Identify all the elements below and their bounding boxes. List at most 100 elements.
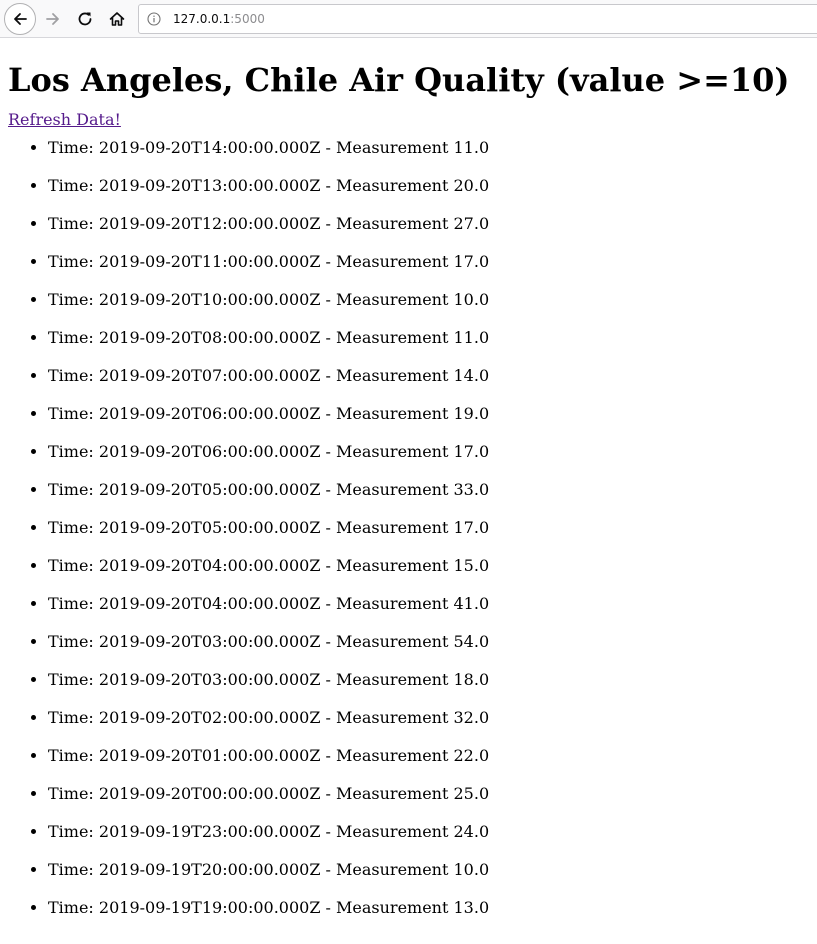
time-prefix: Time: [48, 594, 99, 613]
measurement-separator: - Measurement [320, 366, 454, 385]
measurement-separator: - Measurement [320, 822, 454, 841]
refresh-data-link[interactable]: Refresh Data! [8, 110, 121, 130]
measurement-separator: - Measurement [320, 708, 454, 727]
home-button[interactable] [101, 3, 133, 35]
measurement-separator: - Measurement [320, 594, 454, 613]
measurement-separator: - Measurement [320, 290, 454, 309]
page-title: Los Angeles, Chile Air Quality (value >=… [8, 61, 790, 99]
measurement-value: 54.0 [453, 632, 490, 651]
list-item: Time: 2019-09-19T20:00:00.000Z - Measure… [48, 860, 808, 880]
measurement-time: 2019-09-20T04:00:00.000Z [98, 594, 321, 613]
time-prefix: Time: [48, 480, 99, 499]
measurement-value: 22.0 [453, 746, 490, 765]
time-prefix: Time: [48, 404, 99, 423]
measurement-time: 2019-09-20T06:00:00.000Z [98, 442, 321, 461]
measurement-time: 2019-09-19T20:00:00.000Z [98, 860, 321, 879]
measurement-value: 33.0 [453, 480, 490, 499]
measurement-separator: - Measurement [320, 746, 454, 765]
measurement-time: 2019-09-20T01:00:00.000Z [98, 746, 321, 765]
time-prefix: Time: [48, 138, 99, 157]
measurement-time: 2019-09-20T13:00:00.000Z [98, 176, 321, 195]
measurement-time: 2019-09-19T19:00:00.000Z [98, 898, 321, 917]
time-prefix: Time: [48, 556, 99, 575]
time-prefix: Time: [48, 898, 99, 917]
time-prefix: Time: [48, 708, 99, 727]
measurement-value: 17.0 [453, 252, 490, 271]
measurement-value: 11.0 [453, 328, 490, 347]
measurement-value: 17.0 [453, 518, 490, 537]
list-item: Time: 2019-09-20T08:00:00.000Z - Measure… [48, 328, 808, 348]
site-info-icon[interactable] [147, 12, 161, 26]
measurement-time: 2019-09-20T00:00:00.000Z [98, 784, 321, 803]
measurement-time: 2019-09-20T12:00:00.000Z [98, 214, 321, 233]
measurement-value: 15.0 [453, 556, 490, 575]
time-prefix: Time: [48, 746, 99, 765]
measurement-time: 2019-09-20T03:00:00.000Z [98, 670, 321, 689]
url-port: :5000 [230, 12, 265, 26]
list-item: Time: 2019-09-20T02:00:00.000Z - Measure… [48, 708, 808, 728]
measurement-value: 24.0 [453, 822, 490, 841]
measurement-value: 20.0 [453, 176, 490, 195]
measurement-separator: - Measurement [320, 252, 454, 271]
forward-arrow-icon [44, 10, 62, 28]
time-prefix: Time: [48, 860, 99, 879]
measurement-separator: - Measurement [320, 898, 454, 917]
measurement-separator: - Measurement [320, 328, 454, 347]
time-prefix: Time: [48, 176, 99, 195]
measurement-value: 41.0 [453, 594, 490, 613]
measurement-value: 27.0 [453, 214, 490, 233]
address-bar[interactable]: 127.0.0.1:5000 [138, 4, 817, 34]
time-prefix: Time: [48, 784, 99, 803]
measurement-list: Time: 2019-09-20T14:00:00.000Z - Measure… [8, 138, 808, 918]
reload-button[interactable] [69, 3, 101, 35]
home-icon [108, 10, 126, 28]
list-item: Time: 2019-09-19T23:00:00.000Z - Measure… [48, 822, 808, 842]
time-prefix: Time: [48, 290, 99, 309]
measurement-separator: - Measurement [320, 632, 454, 651]
reload-icon [76, 10, 94, 28]
measurement-value: 14.0 [453, 366, 490, 385]
url-text[interactable]: 127.0.0.1:5000 [173, 12, 265, 26]
list-item: Time: 2019-09-20T06:00:00.000Z - Measure… [48, 404, 808, 424]
measurement-separator: - Measurement [320, 480, 454, 499]
measurement-time: 2019-09-20T06:00:00.000Z [98, 404, 321, 423]
list-item: Time: 2019-09-20T04:00:00.000Z - Measure… [48, 556, 808, 576]
measurement-value: 17.0 [453, 442, 490, 461]
time-prefix: Time: [48, 632, 99, 651]
time-prefix: Time: [48, 214, 99, 233]
measurement-separator: - Measurement [320, 442, 454, 461]
measurement-time: 2019-09-20T11:00:00.000Z [98, 252, 321, 271]
measurement-separator: - Measurement [320, 670, 454, 689]
measurement-time: 2019-09-19T23:00:00.000Z [98, 822, 321, 841]
list-item: Time: 2019-09-20T04:00:00.000Z - Measure… [48, 594, 808, 614]
list-item: Time: 2019-09-20T14:00:00.000Z - Measure… [48, 138, 808, 158]
list-item: Time: 2019-09-20T01:00:00.000Z - Measure… [48, 746, 808, 766]
list-item: Time: 2019-09-20T13:00:00.000Z - Measure… [48, 176, 808, 196]
measurement-time: 2019-09-20T10:00:00.000Z [98, 290, 321, 309]
forward-button[interactable] [37, 3, 69, 35]
measurement-time: 2019-09-20T05:00:00.000Z [98, 480, 321, 499]
measurement-value: 25.0 [453, 784, 490, 803]
measurement-time: 2019-09-20T03:00:00.000Z [98, 632, 321, 651]
measurement-separator: - Measurement [320, 860, 454, 879]
measurement-time: 2019-09-20T02:00:00.000Z [98, 708, 321, 727]
list-item: Time: 2019-09-20T05:00:00.000Z - Measure… [48, 480, 808, 500]
time-prefix: Time: [48, 822, 99, 841]
list-item: Time: 2019-09-19T19:00:00.000Z - Measure… [48, 898, 808, 918]
page-content: Los Angeles, Chile Air Quality (value >=… [8, 38, 808, 936]
back-button[interactable] [4, 3, 36, 35]
list-item: Time: 2019-09-20T03:00:00.000Z - Measure… [48, 632, 808, 652]
measurement-separator: - Measurement [320, 784, 454, 803]
list-item: Time: 2019-09-20T05:00:00.000Z - Measure… [48, 518, 808, 538]
time-prefix: Time: [48, 366, 99, 385]
time-prefix: Time: [48, 518, 99, 537]
list-item: Time: 2019-09-20T10:00:00.000Z - Measure… [48, 290, 808, 310]
measurement-time: 2019-09-20T14:00:00.000Z [98, 138, 321, 157]
list-item: Time: 2019-09-20T07:00:00.000Z - Measure… [48, 366, 808, 386]
measurement-separator: - Measurement [320, 176, 454, 195]
measurement-value: 13.0 [453, 898, 490, 917]
measurement-value: 18.0 [453, 670, 490, 689]
time-prefix: Time: [48, 328, 99, 347]
measurement-separator: - Measurement [320, 518, 454, 537]
measurement-value: 32.0 [453, 708, 490, 727]
